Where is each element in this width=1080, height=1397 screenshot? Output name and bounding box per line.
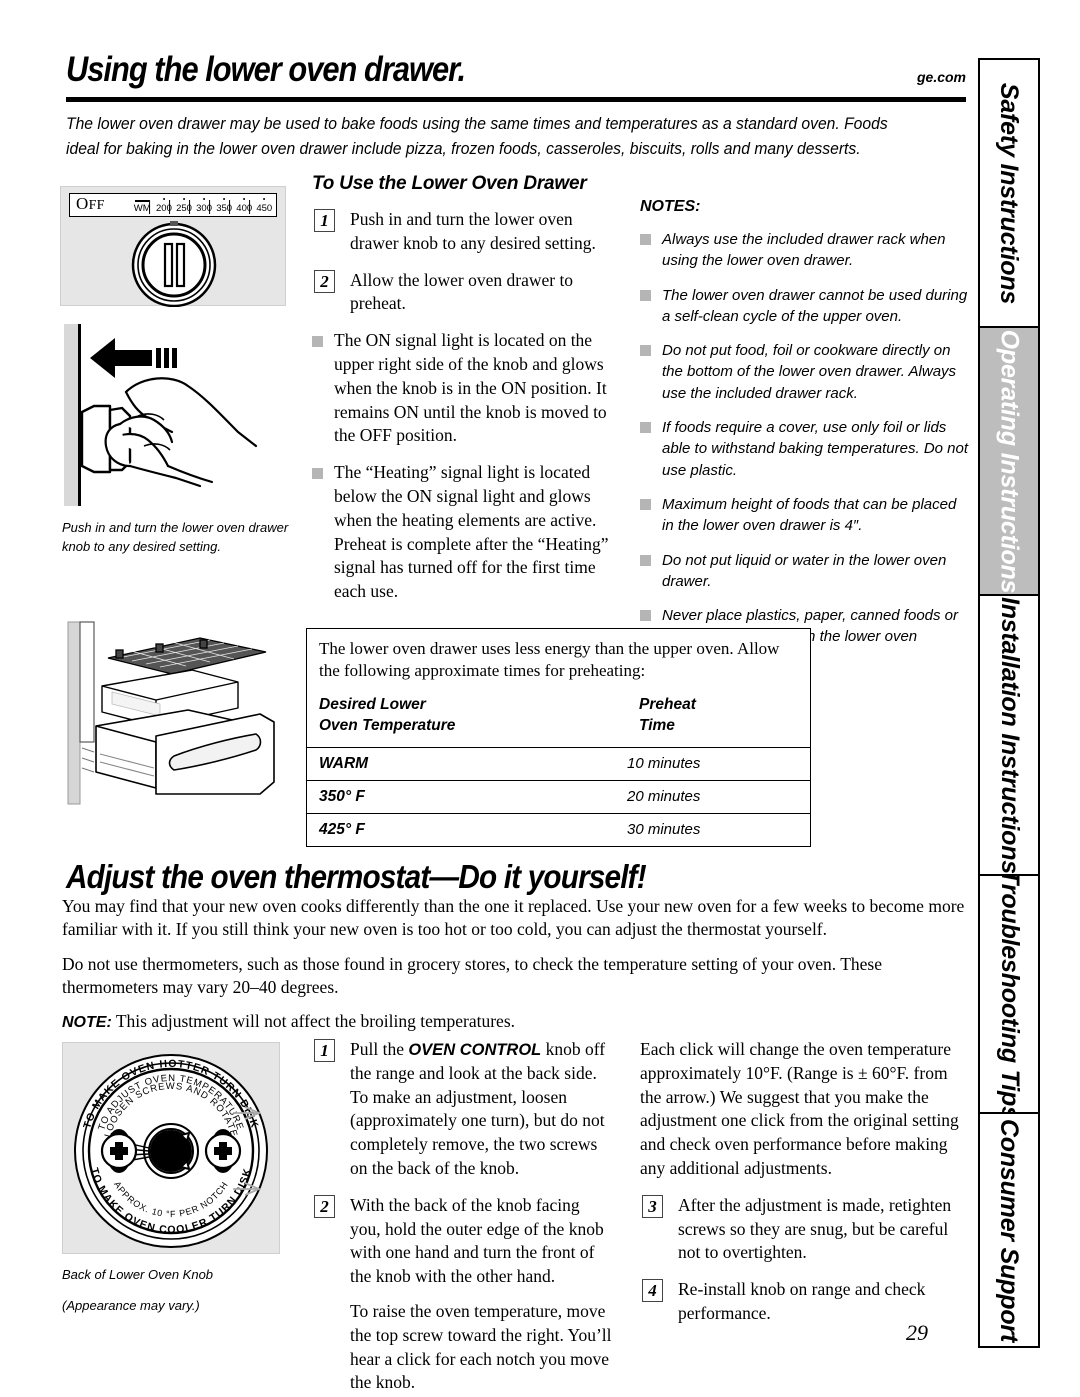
cell-time: 20 minutes (627, 787, 701, 805)
use-bullet-heating-light: The “Heating” signal light is located be… (312, 461, 612, 604)
cell-time: 10 minutes (627, 754, 701, 772)
manual-page: Using the lower oven drawer. ge.com The … (0, 0, 1080, 1397)
cell-temperature: 350° F (319, 787, 365, 805)
cell-time: 30 minutes (627, 820, 701, 838)
control-knob-figure: OFF WM 200 250 300 350 400 450 (60, 186, 286, 307)
thermostat-note: NOTE: This adjustment will not affect th… (62, 1010, 967, 1033)
tab-label: Troubleshooting Tips (995, 876, 1024, 1114)
page-number: 29 (906, 1320, 928, 1345)
knob-scale-strip: OFF WM 200 250 300 350 400 450 (69, 193, 277, 217)
note-item: Do not put food, foil or cookware direct… (640, 340, 970, 404)
step-number: 4 (642, 1279, 663, 1303)
disk-center-hub (143, 1123, 199, 1179)
thermostat-para-2: Do not use thermometers, such as those f… (62, 953, 883, 997)
section-tab-rail: Safety Instructions Operating Instructio… (978, 58, 1040, 1348)
thermostat-steps-left: 1 Pull the OVEN CONTROL knob off the ran… (312, 1038, 612, 1397)
table-row: 350° F 20 minutes (307, 781, 810, 814)
tab-safety-instructions[interactable]: Safety Instructions (980, 60, 1038, 328)
step-number: 2 (314, 269, 335, 293)
step-text-pre: Pull the (350, 1039, 409, 1059)
tab-operating-instructions[interactable]: Operating Instructions (980, 328, 1038, 596)
tab-label: Consumer Support (995, 1118, 1024, 1342)
note-item: Do not put liquid or water in the lower … (640, 550, 970, 593)
page-header: Using the lower oven drawer. ge.com (66, 50, 966, 90)
step-number: 2 (314, 1194, 335, 1218)
note-body: This adjustment will not affect the broi… (115, 1011, 516, 1032)
drawer-rack-figure (60, 616, 286, 814)
page-title: Using the lower oven drawer. (66, 50, 466, 89)
oven-control-emphasis: OVEN CONTROL (408, 1041, 542, 1059)
tab-label: Installation Instructions (995, 596, 1024, 874)
step-text-post: knob off the range and look at the back … (350, 1039, 606, 1178)
thermostat-intro: You may find that your new oven cooks di… (62, 895, 967, 1033)
hand-knob-illustration (64, 324, 258, 506)
step-number: 3 (642, 1194, 663, 1218)
thermostat-section-heading: Adjust the oven thermostat—Do it yoursel… (66, 858, 647, 895)
step-text: After the adjustment is made, retighten … (678, 1194, 952, 1263)
step-text: Allow the lower oven drawer to preheat. (350, 269, 574, 314)
tab-installation-instructions[interactable]: Installation Instructions (980, 596, 1038, 876)
note-label: NOTE: (62, 1014, 112, 1032)
thermostat-step-4: 4 Re-install knob on range and check per… (640, 1278, 970, 1326)
knob-off-label: OFF (76, 194, 105, 213)
hand-pushing-knob-figure (60, 320, 286, 510)
thermostat-steps-right: Each click will change the oven temperat… (640, 1038, 970, 1326)
use-drawer-column: To Use the Lower Oven Drawer 1 Push in a… (312, 173, 612, 604)
step-2-continuation-raise: To raise the oven temperature, move the … (350, 1300, 612, 1393)
notes-column: NOTES: Always use the included drawer ra… (640, 198, 970, 669)
tab-label: Safety Instructions (995, 82, 1024, 304)
use-step-2: 2 Allow the lower oven drawer to preheat… (312, 269, 612, 317)
knob-illustration (131, 221, 217, 307)
preheat-times-table: The lower oven drawer uses less energy t… (306, 628, 811, 847)
knob-back-caption: Back of Lower Oven Knob (Appearance may … (62, 1266, 302, 1316)
note-item: Always use the included drawer rack when… (640, 229, 970, 272)
knob-back-figure: TO MAKE OVEN HOTTER TURN DISK TO ADJUST … (62, 1042, 280, 1254)
tab-consumer-support[interactable]: Consumer Support (980, 1114, 1038, 1346)
use-bullet-on-light: The ON signal light is located on the up… (312, 329, 612, 448)
step-text: Push in and turn the lower oven drawer k… (350, 209, 596, 253)
thermostat-para-1: You may find that your new oven cooks di… (62, 896, 965, 940)
knob-figure-caption: Push in and turn the lower oven drawer k… (62, 520, 289, 554)
table-row: WARM 10 minutes (307, 748, 810, 781)
knob-back-illustration: TO MAKE OVEN HOTTER TURN DISK TO ADJUST … (74, 1054, 268, 1248)
step-text: Re-install knob on range and check perfo… (678, 1279, 926, 1323)
tab-label: Operating Instructions (995, 329, 1024, 593)
use-drawer-heading: To Use the Lower Oven Drawer (312, 173, 587, 194)
intro-paragraph: The lower oven drawer may be used to bak… (66, 115, 888, 159)
thermostat-step-3: 3 After the adjustment is made, retighte… (640, 1194, 970, 1265)
note-item: Maximum height of foods that can be plac… (640, 494, 970, 537)
note-item: If foods require a cover, use only foil … (640, 417, 970, 481)
tab-troubleshooting-tips[interactable]: Troubleshooting Tips (980, 876, 1038, 1114)
step-text: With the back of the knob facing you, ho… (350, 1194, 604, 1287)
thermostat-step-1: 1 Pull the OVEN CONTROL knob off the ran… (312, 1038, 612, 1181)
preheat-table-header: Desired Lower Oven Temperature Preheat T… (307, 687, 810, 748)
warm-dash-mark (135, 200, 150, 202)
use-step-1: 1 Push in and turn the lower oven drawer… (312, 208, 612, 256)
notes-heading: NOTES: (640, 198, 701, 215)
ge-website-label: ge.com (916, 69, 966, 85)
knob-temperature-ticks: WM 200 250 300 350 400 450 (109, 194, 276, 216)
caption-line-2: (Appearance may vary.) (62, 1297, 200, 1313)
drawer-illustration (67, 621, 275, 805)
tick-450: 450 (249, 197, 272, 214)
caption-line-1: Back of Lower Oven Knob (62, 1267, 214, 1282)
table-row: 425° F 30 minutes (307, 814, 810, 846)
step-number: 1 (314, 209, 335, 232)
preheat-table-lead: The lower oven drawer uses less energy t… (319, 639, 780, 681)
thermostat-click-explanation: Each click will change the oven temperat… (640, 1039, 959, 1178)
header-temperature: Desired Lower Oven Temperature (319, 695, 456, 734)
header-preheat-time: Preheat Time (639, 695, 696, 734)
note-item: The lower oven drawer cannot be used dur… (640, 285, 970, 328)
thermostat-step-2: 2 With the back of the knob facing you, … (312, 1194, 612, 1397)
step-number: 1 (314, 1039, 335, 1062)
cell-temperature: WARM (319, 754, 369, 772)
header-rule (66, 97, 966, 102)
cell-temperature: 425° F (319, 820, 365, 838)
